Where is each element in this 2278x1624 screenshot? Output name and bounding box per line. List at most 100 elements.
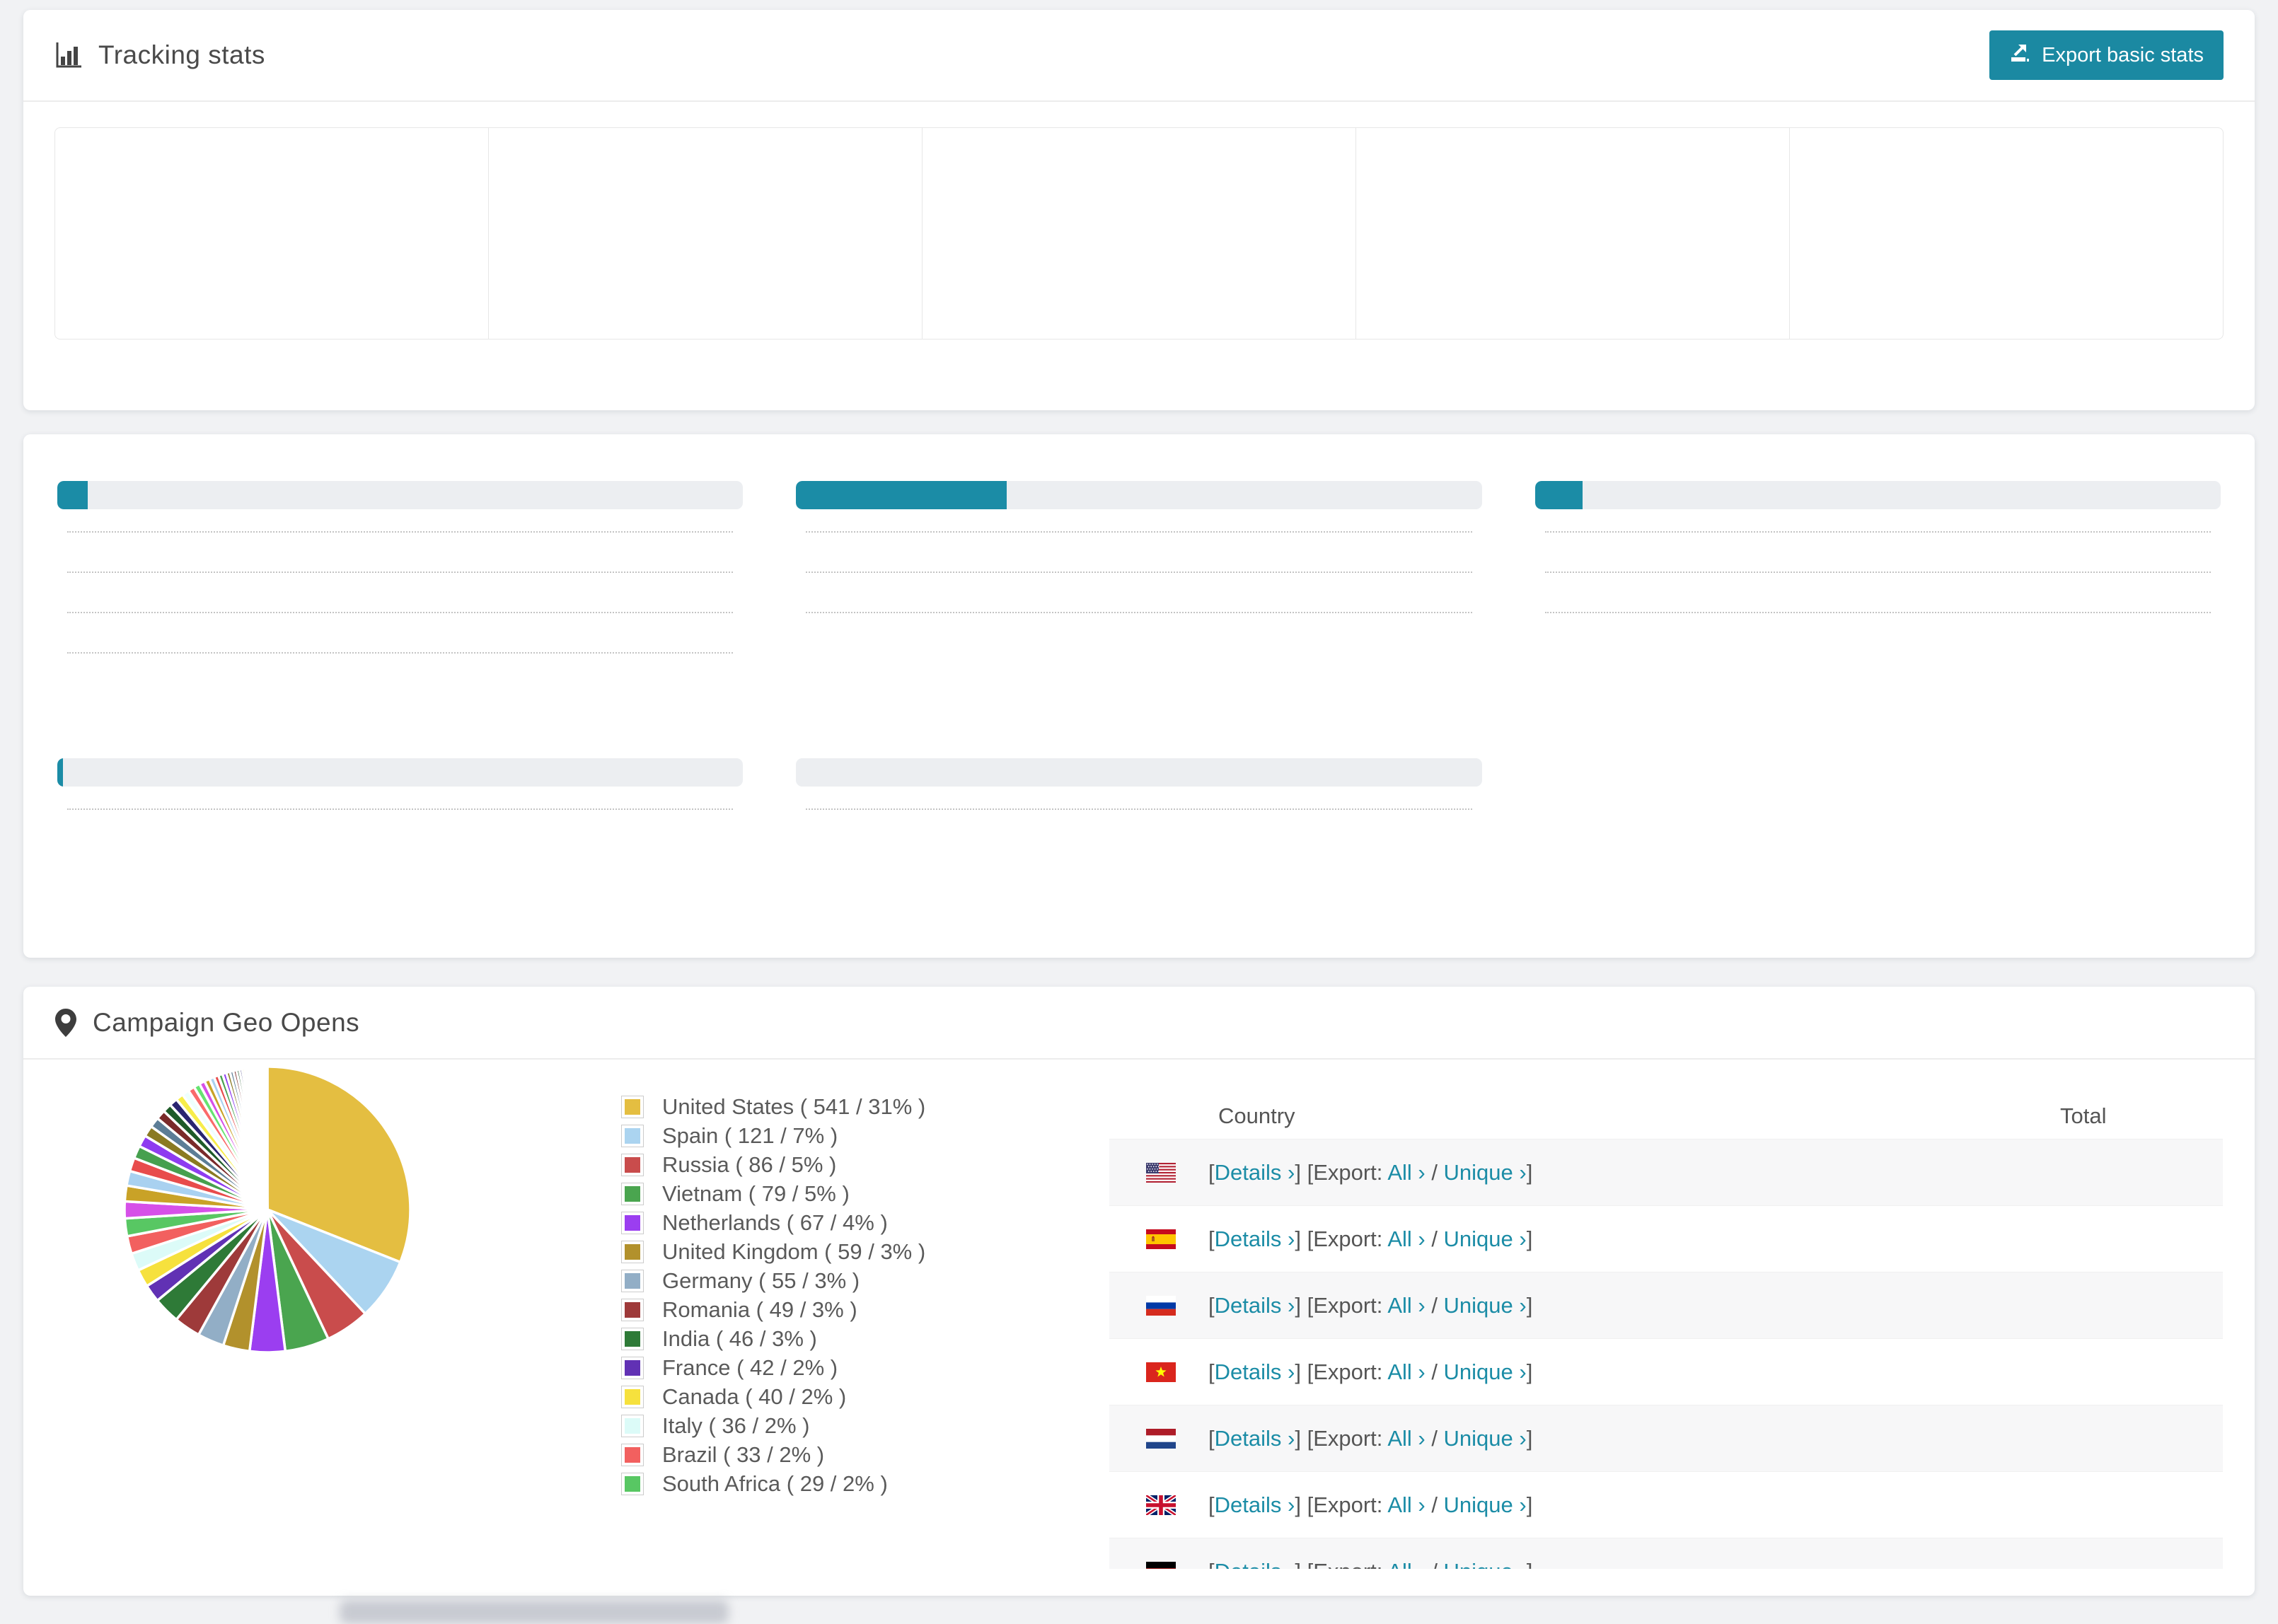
export-all-link[interactable]: All › xyxy=(1387,1359,1425,1384)
geo-table-row-russia: [Details ›] [Export: All › / Unique ›] xyxy=(1109,1272,2223,1338)
rate-detail-row xyxy=(57,572,743,617)
details-link[interactable]: Details › xyxy=(1215,1492,1295,1517)
rate-detail-row xyxy=(796,808,1481,854)
legend-item-spain: Spain ( 121 / 7% ) xyxy=(621,1121,1109,1150)
export-unique-link[interactable]: Unique › xyxy=(1444,1226,1527,1251)
rate-detail-row xyxy=(1535,572,2221,617)
legend-label: Brazil ( 33 / 2% ) xyxy=(662,1442,825,1467)
flag-icon-gb xyxy=(1146,1495,1208,1515)
legend-swatch xyxy=(621,1095,644,1118)
country-cell: [Details ›] [Export: All › / Unique ›] xyxy=(1208,1159,1533,1185)
rate-panel-clicks-rate xyxy=(57,463,744,697)
details-link[interactable]: Details › xyxy=(1215,1226,1295,1251)
export-unique-link[interactable]: Unique › xyxy=(1444,1492,1527,1517)
geo-table: Country Total [Details ›] [Export: All ›… xyxy=(1109,1094,2223,1569)
legend-label: United States ( 541 / 31% ) xyxy=(662,1094,926,1119)
legend-label: Spain ( 121 / 7% ) xyxy=(662,1123,838,1148)
export-unique-link[interactable]: Unique › xyxy=(1444,1559,1527,1570)
rate-detail-row xyxy=(796,612,1481,657)
stat-box-bounces xyxy=(1790,128,2223,339)
tracking-stats-card: Tracking stats Export basic stats xyxy=(23,10,2255,410)
geo-table-row-spain: [Details ›] [Export: All › / Unique ›] xyxy=(1109,1205,2223,1272)
legend-item-france: France ( 42 / 2% ) xyxy=(621,1353,1109,1382)
export-unique-link[interactable]: Unique › xyxy=(1444,1359,1527,1384)
legend-label: United Kingdom ( 59 / 3% ) xyxy=(662,1239,926,1264)
rate-detail-row xyxy=(57,652,743,697)
geo-header: Campaign Geo Opens xyxy=(23,987,2255,1060)
legend-label: South Africa ( 29 / 2% ) xyxy=(662,1471,888,1496)
export-all-link[interactable]: All › xyxy=(1387,1559,1425,1570)
export-all-link[interactable]: All › xyxy=(1387,1293,1425,1318)
legend-swatch xyxy=(621,1182,644,1205)
legend-item-brazil: Brazil ( 33 / 2% ) xyxy=(621,1440,1109,1469)
legend-item-romania: Romania ( 49 / 3% ) xyxy=(621,1295,1109,1324)
stats-strip xyxy=(54,127,2224,340)
dotted-leader xyxy=(1544,612,2211,613)
dotted-leader xyxy=(67,531,734,533)
details-link[interactable]: Details › xyxy=(1215,1160,1295,1185)
legend-item-india: India ( 46 / 3% ) xyxy=(621,1324,1109,1353)
progress-bar xyxy=(796,758,1482,787)
details-link[interactable]: Details › xyxy=(1215,1293,1295,1318)
dotted-leader xyxy=(67,652,734,654)
legend-swatch xyxy=(621,1240,644,1263)
dotted-leader xyxy=(806,808,1472,810)
export-basic-stats-button[interactable]: Export basic stats xyxy=(1989,30,2224,80)
legend-label: Germany ( 55 / 3% ) xyxy=(662,1268,860,1293)
legend-label: Netherlands ( 67 / 4% ) xyxy=(662,1210,888,1235)
progress-bar xyxy=(57,481,744,509)
details-link[interactable]: Details › xyxy=(1215,1359,1295,1384)
legend-item-canada: Canada ( 40 / 2% ) xyxy=(621,1382,1109,1411)
country-cell: [Details ›] [Export: All › / Unique ›] xyxy=(1208,1492,1533,1517)
legend-item-united-kingdom: United Kingdom ( 59 / 3% ) xyxy=(621,1237,1109,1266)
details-link[interactable]: Details › xyxy=(1215,1559,1295,1570)
rate-detail-row xyxy=(1535,531,2221,576)
legend-label: France ( 42 / 2% ) xyxy=(662,1355,838,1380)
progress-bar xyxy=(57,758,744,787)
dotted-leader xyxy=(806,572,1472,573)
details-link[interactable]: Details › xyxy=(1215,1426,1295,1451)
pie-legend: United States ( 541 / 31% ) Spain ( 121 /… xyxy=(621,1060,1109,1596)
legend-swatch xyxy=(621,1211,644,1234)
legend-label: India ( 46 / 3% ) xyxy=(662,1326,817,1351)
total-column-header: Total xyxy=(2060,1103,2107,1128)
legend-swatch xyxy=(621,1356,644,1379)
geo-table-row-united-states: [Details ›] [Export: All › / Unique ›] xyxy=(1109,1139,2223,1205)
progress-bar-fill xyxy=(1534,481,1583,509)
export-unique-link[interactable]: Unique › xyxy=(1444,1426,1527,1451)
geo-title: Campaign Geo Opens xyxy=(93,1007,360,1037)
legend-swatch xyxy=(621,1472,644,1495)
legend-item-netherlands: Netherlands ( 67 / 4% ) xyxy=(621,1208,1109,1237)
legend-label: Romania ( 49 / 3% ) xyxy=(662,1297,857,1322)
export-all-link[interactable]: All › xyxy=(1387,1492,1425,1517)
stat-box-opens xyxy=(55,128,489,339)
rate-detail-row xyxy=(1535,612,2221,657)
export-icon xyxy=(2009,42,2030,69)
geo-body: United States ( 541 / 31% ) Spain ( 121 /… xyxy=(23,1060,2255,1596)
country-column-header: Country xyxy=(1218,1103,1295,1128)
legend-swatch xyxy=(621,1153,644,1176)
legend-swatch xyxy=(621,1443,644,1466)
export-all-link[interactable]: All › xyxy=(1387,1160,1425,1185)
export-unique-link[interactable]: Unique › xyxy=(1444,1293,1527,1318)
geo-table-row-united-kingdom: [Details ›] [Export: All › / Unique ›] xyxy=(1109,1471,2223,1538)
progress-bar-fill xyxy=(796,481,1007,509)
rate-panel-opens-rate xyxy=(796,463,1482,697)
dotted-leader xyxy=(67,612,734,613)
export-all-link[interactable]: All › xyxy=(1387,1426,1425,1451)
tracking-stats-title: Tracking stats xyxy=(98,40,265,69)
export-unique-link[interactable]: Unique › xyxy=(1444,1160,1527,1185)
progress-bar xyxy=(796,481,1482,509)
legend-swatch xyxy=(621,1327,644,1350)
rate-detail-row xyxy=(57,808,743,854)
geo-table-row-netherlands: [Details ›] [Export: All › / Unique ›] xyxy=(1109,1405,2223,1471)
export-all-link[interactable]: All › xyxy=(1387,1226,1425,1251)
rate-detail-row xyxy=(796,531,1481,576)
rate-detail-row xyxy=(796,572,1481,617)
rate-panel-complaints-rate xyxy=(796,740,1482,854)
rate-panel-bounce-rate xyxy=(1534,463,2221,697)
horizontal-scrollbar-thumb[interactable] xyxy=(340,1600,729,1624)
legend-item-united-states: United States ( 541 / 31% ) xyxy=(621,1092,1109,1121)
dotted-leader xyxy=(806,612,1472,613)
tracking-stats-header: Tracking stats Export basic stats xyxy=(23,10,2255,102)
